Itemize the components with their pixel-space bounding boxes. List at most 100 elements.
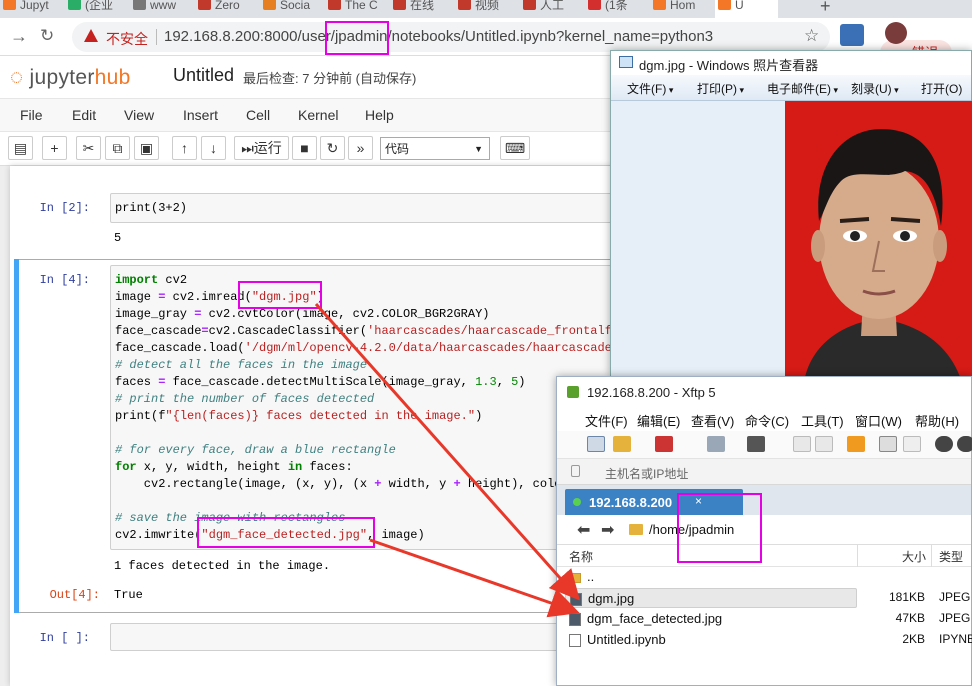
paste-icon[interactable]: [903, 436, 921, 452]
browser-tab[interactable]: U: [715, 0, 778, 18]
xftp-menu-item[interactable]: 编辑(E): [637, 411, 680, 430]
file-row[interactable]: ..: [565, 567, 857, 587]
code-comment: # detect all the faces in the image: [115, 358, 368, 372]
menu-cell[interactable]: Cell: [246, 107, 270, 123]
insert-cell-icon[interactable]: +: [42, 136, 67, 160]
viewer-menu-item[interactable]: 刻录(U) ▾: [851, 80, 899, 97]
xftp-menu-item[interactable]: 工具(T): [801, 411, 844, 430]
url-box[interactable]: 不安全 192.168.8.200:8000/user/jpadmin/note…: [72, 22, 830, 52]
file-row[interactable]: dgm_face_detected.jpg: [565, 609, 857, 629]
viewer-menu-item[interactable]: 打开(O): [921, 80, 962, 97]
host-address-bar[interactable]: 主机名或IP地址: [557, 459, 971, 485]
new-tab-button[interactable]: +: [820, 0, 831, 17]
viewer-menu-label: 刻录(U): [851, 82, 892, 96]
browser-tab[interactable]: 人工: [520, 0, 583, 18]
copy-icon[interactable]: [879, 436, 897, 452]
run-button[interactable]: ⏭运行: [234, 136, 289, 160]
logo-hub-text: hub: [94, 66, 131, 89]
download-icon[interactable]: [815, 436, 833, 452]
menu-file[interactable]: File: [20, 107, 43, 123]
file-row[interactable]: dgm.jpg: [565, 588, 857, 608]
menu-insert[interactable]: Insert: [183, 107, 218, 123]
browser-tab[interactable]: Zero: [195, 0, 258, 18]
help-icon[interactable]: [957, 436, 972, 452]
cell-prompt: In [ ]:: [39, 631, 90, 645]
tab-favicon-icon: [68, 0, 81, 10]
back-icon[interactable]: ⬅: [577, 520, 590, 540]
upload-icon[interactable]: [793, 436, 811, 452]
browser-tab[interactable]: 在线: [390, 0, 453, 18]
column-size[interactable]: 大小: [902, 548, 926, 565]
disconnect-icon[interactable]: [655, 436, 673, 452]
move-up-icon[interactable]: ↑: [172, 136, 197, 160]
tab-label: 人工: [540, 0, 565, 12]
viewer-menu-item[interactable]: 文件(F) ▾: [627, 80, 673, 97]
browser-tab[interactable]: Hom: [650, 0, 713, 18]
browser-tab[interactable]: Socia: [260, 0, 323, 18]
viewer-menu-item[interactable]: 电子邮件(E) ▾: [767, 80, 838, 97]
column-divider[interactable]: [857, 545, 858, 567]
url-text[interactable]: 192.168.8.200:8000/user/jpadmin/notebook…: [164, 28, 713, 45]
reload-icon[interactable]: ↻: [40, 26, 54, 46]
menu-kernel[interactable]: Kernel: [298, 107, 338, 123]
xftp-menu-item[interactable]: 查看(V): [691, 411, 734, 430]
dropdown-caret-icon: ▾: [737, 85, 745, 95]
command-palette-icon[interactable]: ⌨: [500, 136, 530, 160]
cell-type-select[interactable]: 代码 ▼: [380, 137, 490, 160]
new-session-icon[interactable]: [587, 436, 605, 452]
code-line: face_cascade.load('/dgm/ml/opencv-4.2.0/…: [115, 341, 641, 355]
xftp-menu-item[interactable]: 文件(F): [585, 411, 628, 430]
menu-help[interactable]: Help: [365, 107, 394, 123]
move-down-icon[interactable]: ↓: [201, 136, 226, 160]
column-type[interactable]: 类型: [939, 548, 963, 565]
restart-icon[interactable]: ↻: [320, 136, 345, 160]
tab-label: Jupyt: [20, 0, 49, 12]
column-divider[interactable]: [931, 545, 932, 567]
browser-tab[interactable]: (1条: [585, 0, 648, 18]
profile-avatar[interactable]: [885, 22, 907, 44]
logo-text: jupyter: [29, 66, 95, 89]
xftp-menu-item[interactable]: 窗口(W): [855, 411, 902, 430]
column-name[interactable]: 名称: [569, 548, 593, 565]
code-line: image_gray = cv2.cvtColor(image, cv2.COL…: [115, 307, 490, 321]
bookmark-star-icon[interactable]: ☆: [804, 26, 819, 46]
xftp-window: 192.168.8.200 - Xftp 5 文件(F) 编辑(E) 查看(V) 命令…: [556, 376, 972, 686]
properties-icon[interactable]: [707, 436, 725, 452]
restart-run-all-icon[interactable]: »: [348, 136, 373, 160]
dropdown-caret-icon: ▾: [891, 85, 899, 95]
browser-tab-strip: Jupyt (企业 www Zero Socia The C 在线 视频 人工 (1条 Hom U +: [0, 0, 972, 18]
browser-tab[interactable]: www: [130, 0, 193, 18]
settings-icon[interactable]: [935, 436, 953, 452]
forward-icon[interactable]: ➡: [601, 520, 614, 540]
cut-icon[interactable]: ✂: [76, 136, 101, 160]
viewer-menu-item[interactable]: 打印(P) ▾: [697, 80, 744, 97]
file-type: IPYNB: [939, 632, 972, 646]
jupyterhub-logo[interactable]: ◌ jupyterhub: [10, 64, 131, 90]
open-folder-icon[interactable]: [613, 436, 631, 452]
image-file-icon: [570, 593, 582, 606]
save-icon[interactable]: ▤: [8, 136, 33, 160]
xftp-menu-item[interactable]: 帮助(H): [915, 411, 959, 430]
browser-tab[interactable]: (企业: [65, 0, 128, 18]
browser-tab[interactable]: The C: [325, 0, 388, 18]
browser-tab[interactable]: 视频: [455, 0, 518, 18]
forward-icon[interactable]: →: [10, 26, 28, 47]
viewer-menu: 文件(F) ▾ 打印(P) ▾ 电子邮件(E) ▾ 刻录(U) ▾ 打开(O): [611, 75, 971, 101]
notebook-name[interactable]: Untitled: [173, 65, 234, 86]
menu-edit[interactable]: Edit: [72, 107, 96, 123]
interrupt-icon[interactable]: ■: [292, 136, 317, 160]
cell-out-prompt: Out[4]:: [49, 588, 100, 602]
menu-view[interactable]: View: [124, 107, 154, 123]
host-input[interactable]: 主机名或IP地址: [605, 465, 688, 482]
transfer-icon[interactable]: [747, 436, 765, 452]
file-size: 181KB: [888, 590, 925, 604]
copy-icon[interactable]: ⧉: [105, 136, 130, 160]
file-row[interactable]: Untitled.ipynb: [565, 630, 857, 650]
xftp-menu-item[interactable]: 命令(C): [745, 411, 789, 430]
cell-output: 5: [114, 231, 122, 245]
paste-icon[interactable]: ▣: [134, 136, 159, 160]
extension-icon[interactable]: [840, 24, 864, 46]
tab-favicon-icon: [653, 0, 666, 10]
browser-tab[interactable]: Jupyt: [0, 0, 63, 18]
sync-icon[interactable]: [847, 436, 865, 452]
